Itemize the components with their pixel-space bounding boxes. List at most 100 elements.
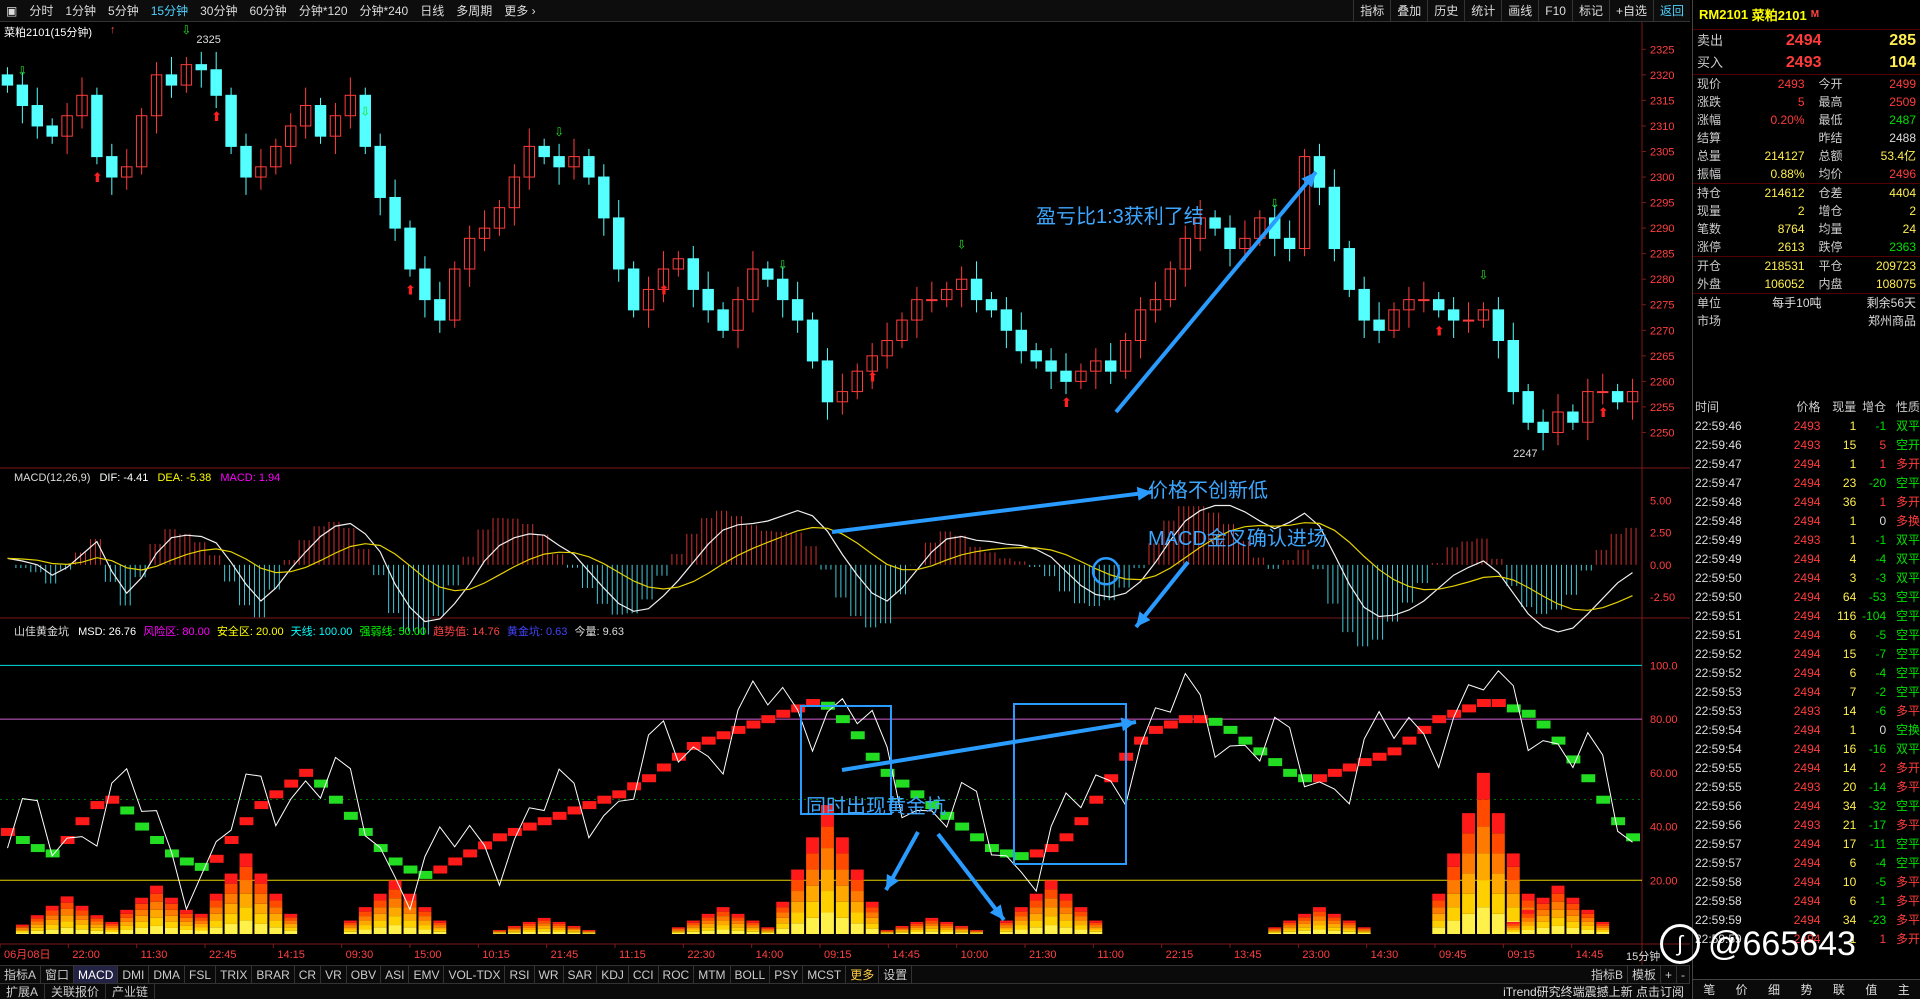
gold-pit-bar [925, 925, 939, 929]
indicator-tab[interactable]: 窗口 [41, 966, 75, 983]
msd-header: 山佳黄金坑 MSD: 26.76 风险区: 80.00 安全区: 20.00 天… [14, 626, 624, 638]
kline-chart[interactable]: 2325 2320 2315 2310 2305 2300 2295 2290 2285 2280… [0, 22, 1690, 968]
trend-ribbon-block [1149, 725, 1163, 734]
indicator-tab[interactable]: VOL-TDX [444, 966, 506, 983]
gold-pit-bar [686, 920, 700, 923]
indicator-tab[interactable]: 更多 [846, 966, 880, 983]
right-tab[interactable]: 价 [1725, 980, 1757, 999]
indicator-tab[interactable]: TRIX [216, 966, 253, 983]
period-tab[interactable]: 分钟*240 [354, 0, 415, 21]
bottom-tab[interactable]: 关联报价 [45, 984, 107, 999]
indicator-tab[interactable]: EMV [409, 966, 445, 983]
indicator-tab[interactable]: RSI [505, 966, 535, 983]
candle-body [1000, 309, 1013, 331]
sell-signal-icon: ⇩ [778, 258, 788, 272]
gold-pit-bar [433, 922, 447, 926]
indicator-tab[interactable]: SAR [564, 966, 598, 983]
indicator-tab[interactable]: DMI [118, 966, 150, 983]
gold-pit-bar [776, 912, 790, 918]
gold-pit-bar [821, 826, 834, 849]
candle-body [1418, 299, 1430, 302]
time-axis-label: 10:00 [961, 949, 989, 961]
right-tabs: 笔价细势联值主 [1693, 979, 1920, 999]
indicator-tab[interactable]: OBV [347, 966, 382, 983]
period-tab[interactable]: 30分钟 [194, 0, 243, 21]
period-tab[interactable]: 更多 › [498, 0, 541, 21]
period-tab[interactable]: 多周期 [450, 0, 498, 21]
gold-pit-bar [716, 920, 730, 926]
right-tab[interactable]: 主 [1888, 980, 1920, 999]
indicator-tab[interactable]: KDJ [597, 966, 629, 983]
indicator-tab[interactable]: FSL [185, 966, 217, 983]
gold-pit-bar [1447, 907, 1461, 921]
gold-pit-bar [761, 930, 775, 932]
chart-tool-button[interactable]: 叠加 [1390, 0, 1427, 21]
indicator-tab[interactable]: MACD [74, 966, 119, 983]
right-tab[interactable]: 值 [1855, 980, 1887, 999]
indicator-tab[interactable]: PSY [770, 966, 804, 983]
indicator-tab[interactable]: CR [295, 966, 322, 983]
chart-tool-button[interactable]: 标记 [1571, 0, 1609, 21]
gold-pit-bar [1581, 921, 1595, 926]
bottom-tab[interactable]: 扩展A [0, 984, 46, 999]
gold-pit-bar [865, 901, 879, 908]
trend-ribbon-block [1253, 747, 1268, 756]
period-tab[interactable]: 分钟*120 [293, 0, 354, 21]
indicator-tab[interactable]: DMA [149, 966, 186, 983]
indicator-tab[interactable]: 指标A [0, 966, 42, 983]
right-tab[interactable]: 势 [1790, 980, 1822, 999]
period-tab[interactable]: 15分钟 [145, 0, 194, 21]
macd-axis-label: 0.00 [1650, 560, 1671, 572]
indicator-tab[interactable]: ROC [659, 966, 695, 983]
market-row: 市场 郑州商品 [1697, 314, 1916, 328]
indicator-tab[interactable]: ASI [381, 966, 410, 983]
gold-pit-bar [880, 929, 894, 931]
gold-pit-bar [1044, 916, 1058, 926]
taskbar-right-button[interactable]: 模板 [1628, 966, 1661, 983]
chart-tool-button[interactable]: 历史 [1427, 0, 1464, 21]
period-tab[interactable]: 60分钟 [243, 0, 292, 21]
indicator-tab[interactable]: MTM [694, 966, 731, 983]
right-tab[interactable]: 联 [1823, 980, 1855, 999]
right-tab[interactable]: 笔 [1693, 980, 1725, 999]
gold-pit-bar [373, 920, 387, 928]
window-menu-icon[interactable]: ▣ [0, 0, 23, 21]
indicator-tab[interactable]: MCST [803, 966, 847, 983]
chart-tool-button[interactable]: 指标 [1353, 0, 1390, 21]
gold-pit-bar [418, 907, 432, 912]
time-axis-label: 15:00 [414, 949, 442, 961]
candle-body [777, 278, 789, 301]
macd-dif-line [7, 504, 1633, 633]
gold-pit-bar [1506, 907, 1520, 921]
chart-tool-button[interactable]: +自选 [1608, 0, 1653, 21]
chart-tool-button[interactable]: F10 [1538, 0, 1572, 21]
chart-tool-button[interactable]: 返回 [1652, 0, 1690, 21]
taskbar-right-button[interactable]: + [1661, 966, 1677, 983]
indicator-tab[interactable]: BOLL [731, 966, 771, 983]
chart-tool-button[interactable]: 统计 [1464, 0, 1501, 21]
period-tab[interactable]: 1分钟 [59, 0, 102, 21]
indicator-tab[interactable]: CCI [629, 966, 659, 983]
gold-pit-bar [552, 929, 566, 932]
gold-pit-bar [30, 918, 44, 922]
taskbar-right-button[interactable]: 指标B [1587, 966, 1628, 983]
period-tab[interactable]: 分时 [23, 0, 59, 21]
right-tab[interactable]: 细 [1758, 980, 1790, 999]
gold-pit-bar [1014, 929, 1028, 934]
time-axis-label: 22:15 [1166, 949, 1194, 961]
indicator-tab[interactable]: BRAR [252, 966, 295, 983]
gold-pit-bar [90, 927, 104, 931]
period-tab[interactable]: 5分钟 [102, 0, 145, 21]
status-promo[interactable]: iTrend研究终端震撼上新 点击订阅 [1503, 984, 1690, 999]
indicator-tab[interactable]: VR [321, 966, 347, 983]
gold-pit-bar [105, 927, 119, 930]
tick-list[interactable]: 时间 价格 现量 增仓 性质 22:59:46 2493 1 -1 双平 22:59:46 2493… [1693, 398, 1920, 949]
taskbar-right-button[interactable]: - [1677, 966, 1690, 983]
indicator-tab[interactable]: WR [535, 966, 564, 983]
period-tab[interactable]: 日线 [414, 0, 450, 21]
trend-ribbon-block [865, 752, 880, 761]
indicator-tab[interactable]: 设置 [879, 966, 913, 983]
gold-pit-bar [671, 930, 685, 932]
bottom-tab[interactable]: 产业链 [106, 984, 156, 999]
chart-tool-button[interactable]: 画线 [1501, 0, 1538, 21]
